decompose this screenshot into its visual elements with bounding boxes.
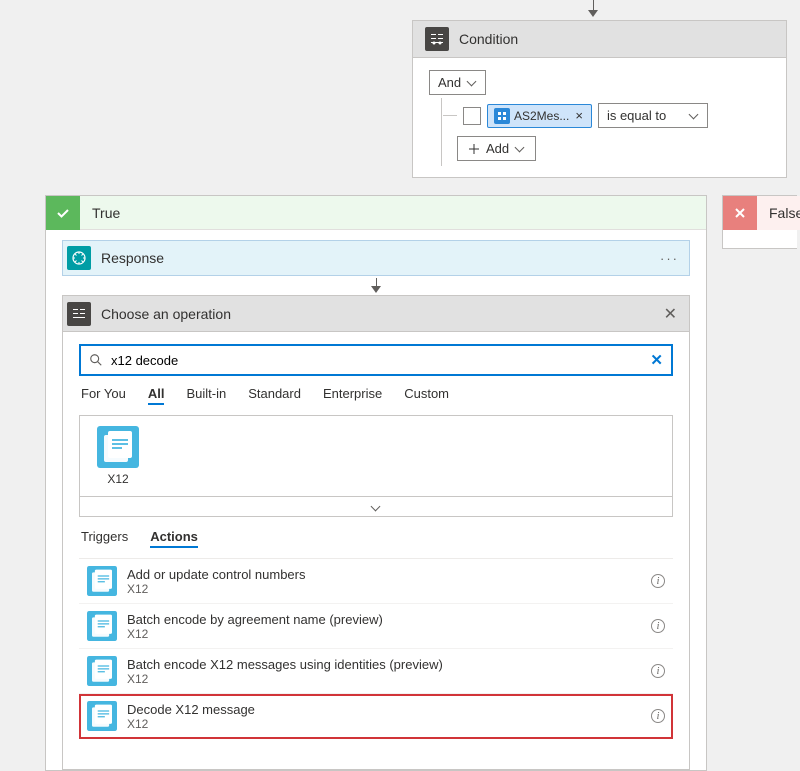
and-label: And [438,75,461,90]
x12-icon [97,426,139,468]
ta-tab-triggers[interactable]: Triggers [81,527,128,548]
category-tab-all[interactable]: All [148,384,165,405]
x12-icon [87,656,117,686]
response-icon [67,246,91,270]
condition-icon [425,27,449,51]
operation-picker-title: Choose an operation [91,306,652,322]
search-input[interactable] [111,353,642,368]
info-icon[interactable]: i [651,709,665,723]
condition-group-operator[interactable]: And [429,70,486,95]
action-title: Batch encode by agreement name (preview) [127,612,641,627]
actions-list[interactable]: Add or update control numbersX12iBatch e… [79,558,673,769]
info-icon[interactable]: i [651,619,665,633]
as2-token-icon [494,108,510,124]
close-button[interactable]: ✕ [652,304,689,324]
operation-picker-card: Choose an operation ✕ ✕ For You All Built-… [62,295,690,770]
action-title: Decode X12 message [127,702,641,717]
ta-tab-actions[interactable]: Actions [150,527,198,548]
x12-icon [87,566,117,596]
chevron-down-icon [467,80,477,86]
connectors-grid: X12 [79,415,673,517]
condition-title: Condition [459,31,518,47]
response-title: Response [91,250,650,266]
category-tabs: For You All Built-in Standard Enterprise Cust… [63,384,689,415]
action-item[interactable]: Batch encode by agreement name (preview)… [79,604,673,649]
connector-x12[interactable]: X12 [90,426,146,486]
response-menu-button[interactable]: ··· [650,251,689,266]
category-tab-for-you[interactable]: For You [81,384,126,405]
condition-header[interactable]: Condition [413,21,786,58]
category-tab-built-in[interactable]: Built-in [186,384,226,405]
true-label: True [80,196,706,229]
response-action-card[interactable]: Response ··· [62,240,690,276]
action-subtitle: X12 [127,672,641,686]
rule-checkbox[interactable] [463,107,481,125]
token-remove[interactable]: × [573,108,585,123]
action-title: Batch encode X12 messages using identiti… [127,657,641,672]
chevron-down-icon [689,113,699,119]
search-icon [89,353,103,367]
action-item[interactable]: Batch encode X12 messages using identiti… [79,649,673,694]
category-tab-standard[interactable]: Standard [248,384,301,405]
condition-card: Condition And AS2Mes... × is equal to [412,20,787,178]
operation-picker-header: Choose an operation ✕ [63,296,689,332]
add-label: Add [486,141,509,156]
action-item[interactable]: Add or update control numbersX12 i [79,559,673,604]
condition-operator-dropdown[interactable]: is equal to [598,103,708,128]
info-icon[interactable]: i [651,664,665,678]
triggers-actions-tabs: Triggers Actions [63,517,689,558]
checkmark-icon [46,196,80,230]
condition-operand-token[interactable]: AS2Mes... × [487,104,592,128]
add-condition-button[interactable]: Add [457,136,536,161]
false-branch-panel: False [722,195,797,249]
connector-label: X12 [107,472,128,486]
flow-arrow-in [592,0,594,20]
category-tab-custom[interactable]: Custom [404,384,449,405]
action-title: Add or update control numbers [127,567,641,582]
action-item[interactable]: Decode X12 messageX12 i [79,694,673,739]
plus-icon [468,143,480,155]
x-icon [723,196,757,230]
x12-icon [87,701,117,731]
category-tab-enterprise[interactable]: Enterprise [323,384,382,405]
true-branch-panel: True Response ··· Choose an operation ✕ [45,195,707,771]
action-subtitle: X12 [127,717,641,731]
flow-arrow [371,278,381,293]
operation-icon [67,302,91,326]
false-label: False [757,196,800,230]
chevron-down-icon [515,146,525,152]
operation-search[interactable]: ✕ [79,344,673,376]
x12-icon [87,611,117,641]
tree-line [441,98,442,166]
false-branch-header[interactable]: False [723,196,797,230]
expand-connectors-button[interactable] [80,496,672,516]
action-subtitle: X12 [127,627,641,641]
true-branch-header[interactable]: True [46,196,706,230]
clear-search-button[interactable]: ✕ [650,351,663,369]
chevron-down-icon [371,505,381,511]
action-subtitle: X12 [127,582,641,596]
info-icon[interactable]: i [651,574,665,588]
token-label: AS2Mes... [514,109,569,123]
operator-label: is equal to [607,108,666,123]
